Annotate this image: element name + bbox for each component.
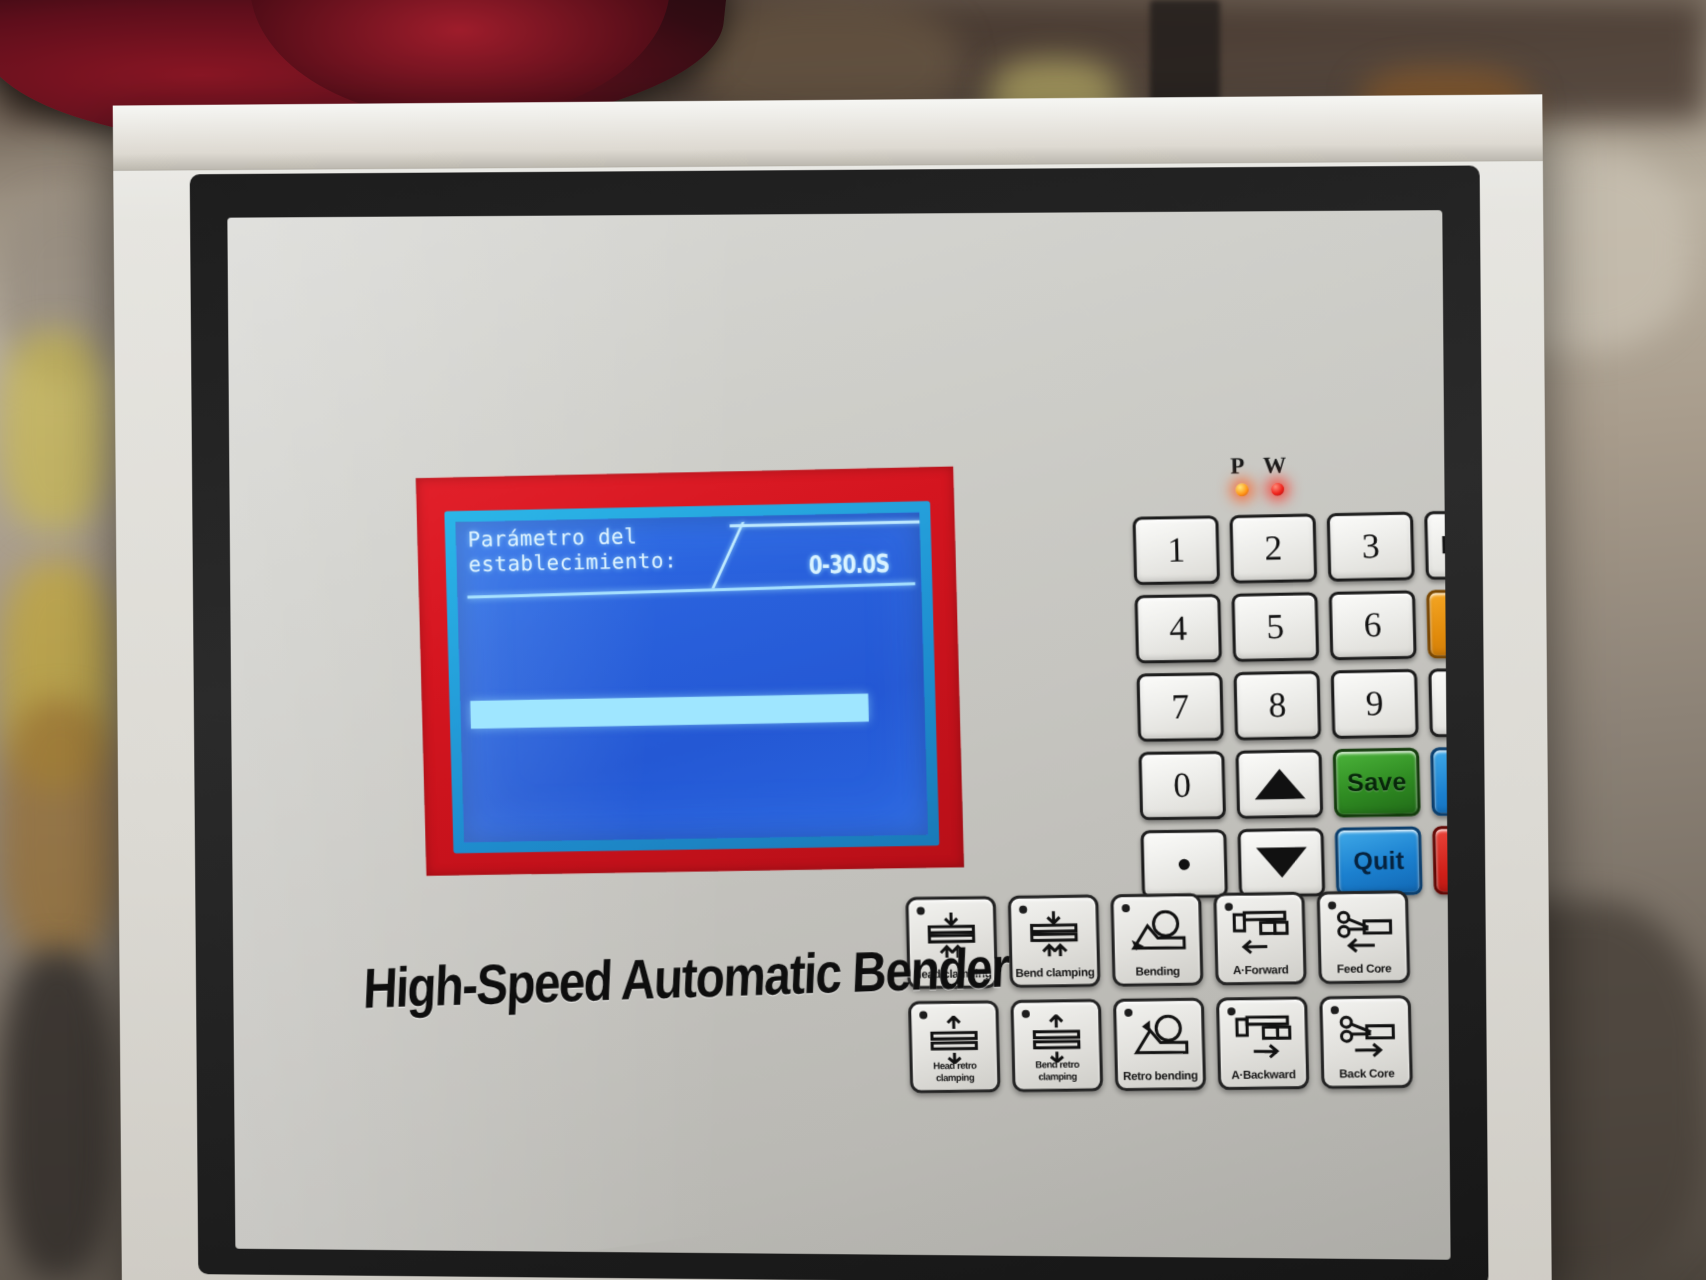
key-f[interactable]: F bbox=[1428, 667, 1450, 737]
clamp-close-icon bbox=[1011, 908, 1097, 961]
fn-button-bending[interactable]: Bending bbox=[1110, 893, 1203, 987]
bender-control-enclosure: Parámetro del establecimiento: 0-30.0S P… bbox=[113, 94, 1552, 1280]
fn-button-back-core[interactable]: Back Core bbox=[1319, 995, 1413, 1089]
key-9[interactable]: 9 bbox=[1331, 669, 1419, 739]
machine-brand-label: High-Speed Automatic Bender bbox=[362, 939, 921, 1022]
w-label: W bbox=[1263, 452, 1287, 479]
bending-icon bbox=[1114, 906, 1200, 959]
lcd-range-value: 0-30.0S bbox=[808, 549, 889, 580]
key-set[interactable]: Set bbox=[1426, 589, 1450, 659]
key-down-arrow[interactable] bbox=[1237, 828, 1325, 898]
fn-button-retro-bending[interactable]: Retro bending bbox=[1113, 998, 1206, 1091]
panel-black-frame: Parámetro del establecimiento: 0-30.0S P… bbox=[190, 165, 1489, 1280]
key-label: 3 bbox=[1361, 526, 1380, 567]
key-6[interactable]: 6 bbox=[1329, 590, 1417, 660]
key-8[interactable]: 8 bbox=[1233, 671, 1321, 741]
fn-button-a-backward[interactable]: A·Backward bbox=[1216, 996, 1309, 1090]
keypad-row-3: 7 8 9 F bbox=[1136, 667, 1450, 742]
lcd-red-bezel: Parámetro del establecimiento: 0-30.0S bbox=[416, 467, 964, 876]
key-label: Save bbox=[1347, 768, 1407, 798]
key-4[interactable]: 4 bbox=[1134, 594, 1222, 664]
key-1[interactable]: 1 bbox=[1132, 515, 1220, 585]
key-3[interactable]: 3 bbox=[1327, 512, 1415, 582]
key-help[interactable]: Help bbox=[1424, 510, 1450, 580]
keypad-row-2: 4 5 6 Set bbox=[1134, 588, 1450, 664]
key-label: Quit bbox=[1353, 846, 1405, 876]
lcd-header: Parámetro del establecimiento: 0-30.0S bbox=[455, 512, 921, 595]
arrow-up-icon bbox=[1254, 769, 1305, 800]
lcd-blue-bezel: Parámetro del establecimiento: 0-30.0S bbox=[444, 501, 939, 853]
bg-brass-part bbox=[0, 700, 120, 960]
lcd-parameter-list[interactable] bbox=[457, 586, 926, 794]
feed-core-icon bbox=[1320, 903, 1407, 957]
warning-led-icon bbox=[1271, 483, 1284, 496]
key-save[interactable]: Save bbox=[1333, 748, 1421, 818]
selection-highlight bbox=[470, 694, 869, 729]
function-button-pad[interactable]: Head clamping Bend clamping Bending A·Forwa… bbox=[905, 890, 1450, 1128]
key-stop[interactable]: Stop bbox=[1432, 825, 1450, 895]
key-label: 6 bbox=[1363, 605, 1382, 646]
key-label: 4 bbox=[1169, 608, 1188, 649]
key-2[interactable]: 2 bbox=[1229, 513, 1317, 583]
arrow-down-icon bbox=[1256, 847, 1307, 878]
keypad-row-4: 0 Save Run bbox=[1138, 746, 1450, 821]
keypad-row-1: 1 2 3 Help bbox=[1132, 509, 1450, 585]
fn-button-label: Retro bending bbox=[1120, 1070, 1202, 1083]
key-label: Run bbox=[1449, 766, 1450, 796]
clamp-open-icon bbox=[1014, 1012, 1100, 1065]
key-label: 2 bbox=[1264, 528, 1283, 569]
key-label: 7 bbox=[1171, 687, 1190, 727]
keypad-row-5: Quit Stop bbox=[1140, 825, 1450, 899]
key-label: 1 bbox=[1167, 530, 1186, 571]
fn-button-feed-core[interactable]: Feed Core bbox=[1317, 890, 1411, 984]
fn-button-label: A·Backward bbox=[1223, 1069, 1305, 1082]
fn-button-bend-clamping[interactable]: Bend clamping bbox=[1008, 895, 1101, 988]
key-label: Help bbox=[1440, 530, 1450, 560]
power-led-icon bbox=[1235, 483, 1248, 496]
arrow-left-feed-icon bbox=[1217, 905, 1303, 958]
retro-bending-icon bbox=[1116, 1011, 1202, 1064]
key-dot[interactable] bbox=[1140, 829, 1228, 899]
key-label: 9 bbox=[1365, 684, 1384, 725]
numeric-keypad[interactable]: 1 2 3 Help 4 5 6 Set 7 8 9 F 0 Save Run Quit Stop bbox=[1132, 509, 1450, 878]
clamp-open-icon bbox=[911, 1013, 997, 1066]
power-status-indicators: P W bbox=[1197, 452, 1320, 512]
fn-button-bend-retro-clamping[interactable]: Bend retro clamping bbox=[1010, 999, 1103, 1092]
back-core-icon bbox=[1323, 1008, 1410, 1061]
fn-button-label: Bend clamping bbox=[1014, 967, 1095, 980]
key-5[interactable]: 5 bbox=[1231, 592, 1319, 662]
arrow-right-feed-icon bbox=[1219, 1010, 1305, 1063]
decimal-point-icon bbox=[1179, 858, 1190, 869]
fn-button-head-retro-clamping[interactable]: Head retro clamping bbox=[908, 1000, 1001, 1093]
pw-led-row bbox=[1198, 482, 1320, 497]
enclosure-top-edge bbox=[113, 94, 1543, 171]
fn-button-label: Back Core bbox=[1326, 1068, 1408, 1081]
bg-yellow-machine bbox=[0, 330, 110, 530]
lcd-screen[interactable]: Parámetro del establecimiento: 0-30.0S bbox=[455, 512, 928, 842]
bg-dark-base bbox=[0, 950, 115, 1280]
key-label: Stop bbox=[1448, 845, 1451, 875]
key-label: 5 bbox=[1266, 607, 1285, 648]
key-run[interactable]: Run bbox=[1430, 746, 1450, 816]
key-quit[interactable]: Quit bbox=[1335, 826, 1423, 896]
key-label: 8 bbox=[1268, 685, 1287, 726]
key-up-arrow[interactable] bbox=[1235, 749, 1323, 819]
key-7[interactable]: 7 bbox=[1136, 672, 1224, 742]
key-0[interactable]: 0 bbox=[1138, 751, 1226, 821]
membrane-control-panel: Parámetro del establecimiento: 0-30.0S P… bbox=[227, 210, 1450, 1260]
p-label: P bbox=[1230, 453, 1245, 479]
pw-letters: P W bbox=[1197, 452, 1319, 480]
fn-button-a-forward[interactable]: A·Forward bbox=[1213, 892, 1306, 986]
fn-button-label: A·Forward bbox=[1220, 964, 1302, 977]
fn-button-label: Bending bbox=[1117, 966, 1199, 979]
lcd-row-s18[interactable] bbox=[462, 755, 927, 795]
function-row-2: Head retro clamping Bend retro clamping Re… bbox=[908, 995, 1451, 1094]
fn-button-label: Feed Core bbox=[1323, 963, 1405, 976]
key-label: 0 bbox=[1173, 765, 1192, 805]
